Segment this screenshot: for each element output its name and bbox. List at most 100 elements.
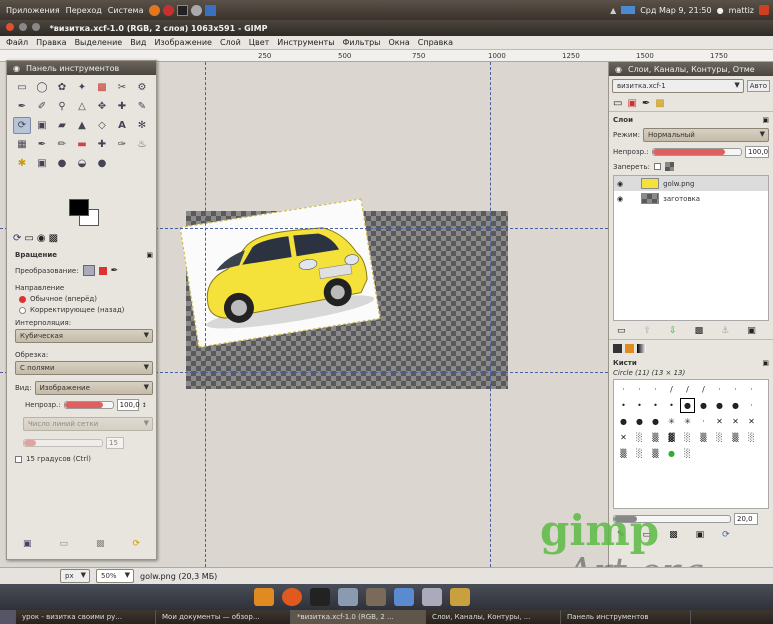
brush-item[interactable]: · (696, 414, 711, 429)
15-degrees-checkbox[interactable] (15, 455, 22, 463)
launcher-icons[interactable] (149, 4, 217, 16)
brush-item[interactable]: ░ (632, 446, 647, 461)
tool-options-tab-icon[interactable]: ⟳ (13, 233, 21, 244)
taskbar-item[interactable]: Мои документы — обзор... (156, 610, 291, 624)
brushes-tab-icon[interactable] (613, 344, 622, 353)
brush-item[interactable]: / (680, 382, 695, 397)
free-select-tool-icon[interactable]: ✿ (53, 79, 71, 96)
patterns-tab-icon[interactable] (625, 344, 634, 353)
brush-item[interactable]: ✕ (712, 414, 727, 429)
blend-tool-icon[interactable]: ✒ (33, 136, 51, 153)
raise-layer-icon[interactable]: ⇧ (644, 326, 652, 336)
taskbar-item[interactable]: Панель инструментов (561, 610, 691, 624)
zoom-select[interactable]: 50% ▼ (96, 569, 134, 583)
close-icon[interactable]: ◉ (13, 64, 20, 73)
layer-mode-select[interactable]: Нормальный ▼ (643, 128, 769, 142)
options-menu-icon[interactable]: ▣ (146, 251, 153, 259)
menu-select[interactable]: Выделение (75, 38, 123, 47)
unit-select[interactable]: px ▼ (60, 569, 90, 583)
direction-corrective-radio[interactable] (19, 306, 26, 314)
layer-opacity-field[interactable]: 100,0 (745, 146, 769, 158)
shear-tool-icon[interactable]: ▰ (53, 117, 71, 134)
dock-gimp-icon[interactable] (366, 588, 386, 606)
layers-list[interactable]: ◉ golw.png ◉ заготовка (613, 175, 769, 321)
minimize-window-button[interactable] (18, 23, 27, 31)
close-icon[interactable]: ◉ (615, 65, 622, 74)
brush-item[interactable]: ● (616, 414, 631, 429)
zoom-tool-icon[interactable]: ⚲ (53, 98, 71, 115)
guide-vertical[interactable] (490, 62, 491, 567)
brush-item[interactable]: · (744, 382, 759, 397)
brush-item[interactable]: · (712, 382, 727, 397)
crop-tool-icon[interactable]: ✎ (133, 98, 151, 115)
scale-tool-icon[interactable]: ▣ (33, 117, 51, 134)
rect-select-tool-icon[interactable]: ▭ (13, 79, 31, 96)
transform-selection-icon[interactable] (98, 266, 107, 275)
layer-opacity-slider[interactable] (651, 148, 742, 156)
brush-item[interactable]: ✳ (680, 414, 695, 429)
brush-item[interactable]: ● (728, 398, 743, 413)
layer-row[interactable]: ◉ golw.png (614, 176, 768, 191)
brush-item[interactable]: ░ (712, 430, 727, 445)
pencil-tool-icon[interactable]: ✏ (53, 136, 71, 153)
color-picker-tool-icon[interactable]: ✐ (33, 98, 51, 115)
foreground-select-tool-icon[interactable]: ⚙ (133, 79, 151, 96)
taskbar-item[interactable]: Слои, Каналы, Контуры, ... (426, 610, 561, 624)
anchor-layer-icon[interactable]: ⚓ (721, 326, 729, 336)
delete-options-icon[interactable]: ▩ (96, 539, 105, 549)
cage-tool-icon[interactable]: ✻ (133, 117, 151, 134)
reset-options-icon[interactable]: ⟳ (133, 539, 141, 549)
new-layer-icon[interactable]: ▭ (617, 326, 626, 336)
taskbar-item[interactable]: урок - визитка своими ру... (16, 610, 156, 624)
brush-item[interactable]: ● (680, 398, 695, 413)
clock[interactable]: Срд Мар 9, 21:50 (640, 6, 711, 15)
interpolation-select[interactable]: Кубическая ▼ (15, 329, 153, 343)
blur-tool-icon[interactable]: ● (93, 155, 111, 172)
images-tab-icon[interactable]: ▩ (49, 233, 58, 244)
show-desktop-icon[interactable] (0, 610, 16, 624)
clone-tool-icon[interactable]: ♨ (133, 136, 151, 153)
align-tool-icon[interactable]: ✚ (113, 98, 131, 115)
delete-brush-icon[interactable]: ▣ (696, 530, 705, 540)
lock-alpha-icon[interactable] (664, 162, 674, 171)
layers-tab-icon[interactable]: ▭ (613, 98, 622, 109)
eraser-tool-icon[interactable]: ▬ (73, 136, 91, 153)
heal-tool-icon[interactable]: ✱ (13, 155, 31, 172)
firefox-icon[interactable] (149, 4, 161, 16)
smudge-tool-icon[interactable]: ● (53, 155, 71, 172)
brush-item[interactable]: · (648, 382, 663, 397)
brush-item[interactable]: ▒ (616, 446, 631, 461)
brush-item[interactable]: ✕ (616, 430, 631, 445)
menu-file[interactable]: Файл (6, 38, 28, 47)
system-menu[interactable]: Система (108, 6, 144, 15)
brush-item[interactable]: • (648, 398, 663, 413)
brush-item[interactable]: • (632, 398, 647, 413)
perspective-clone-tool-icon[interactable]: ▣ (33, 155, 51, 172)
paths-tool-icon[interactable]: ✒ (13, 98, 31, 115)
options-menu-icon[interactable]: ▣ (762, 359, 769, 367)
lock-pixels-checkbox[interactable] (653, 163, 661, 170)
save-options-icon[interactable]: ▣ (23, 539, 32, 549)
brush-item[interactable]: ● (632, 414, 647, 429)
grid-lines-select[interactable]: Число линий сетки ▼ (23, 417, 153, 431)
menu-help[interactable]: Справка (418, 38, 453, 47)
shutdown-icon[interactable] (759, 5, 769, 15)
brush-item[interactable]: • (616, 398, 631, 413)
visibility-eye-icon[interactable]: ◉ (617, 195, 623, 203)
settings-icon[interactable] (191, 4, 203, 16)
spinner-icon[interactable]: ↕ (142, 402, 147, 409)
transform-path-icon[interactable]: ✒ (111, 266, 119, 276)
gimp-icon[interactable] (163, 4, 175, 16)
bucket-fill-tool-icon[interactable]: ▦ (13, 136, 31, 153)
preview-opacity-field[interactable]: 100,0 (116, 399, 140, 411)
color-swatches[interactable] (69, 199, 99, 227)
menu-layer[interactable]: Слой (220, 38, 241, 47)
brush-spacing-field[interactable]: 20,0 (734, 513, 758, 525)
close-window-button[interactable] (6, 23, 14, 31)
dock-app-icon[interactable] (254, 588, 274, 606)
lower-layer-icon[interactable]: ⇩ (669, 326, 677, 336)
dock-terminal-icon[interactable] (310, 588, 330, 606)
places-menu[interactable]: Переход (66, 6, 102, 15)
dock-chat-icon[interactable] (422, 588, 442, 606)
brush-item[interactable]: ● (712, 398, 727, 413)
